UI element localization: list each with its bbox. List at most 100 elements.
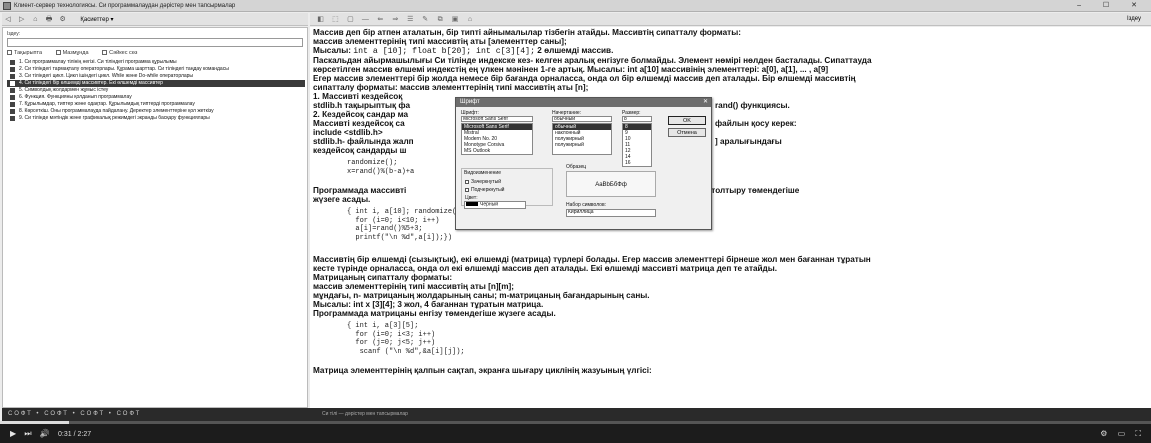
color-select[interactable]: Черный <box>464 201 526 209</box>
checkbox-icon <box>102 50 108 56</box>
text-span: Паскальдан айырмашылығы Си тілінде индек… <box>313 56 872 65</box>
home2-icon[interactable]: ⌂ <box>464 13 477 26</box>
font-input[interactable]: Microsoft Sans Serif <box>461 116 533 122</box>
topic-item[interactable]: 9. Си тілінде мәтіндік және графикалық р… <box>7 115 305 122</box>
page-icon <box>10 95 15 100</box>
window-controls[interactable]: ‒ ☐ ✕ <box>1077 0 1147 12</box>
list-icon[interactable]: ☰ <box>404 13 417 26</box>
inline-code: int a [10]; float b[20]; int c[3][4]; <box>353 47 536 56</box>
check-word[interactable]: Сәйкес сөз <box>102 50 137 56</box>
charset-select[interactable]: Кириллица <box>566 209 656 217</box>
text-line: include <stdlib.h> <box>313 128 1148 137</box>
toolbar-icon-1[interactable]: ◧ <box>314 13 327 26</box>
cancel-button[interactable]: Отмена <box>668 128 706 137</box>
text-line: 1. Массивті кездейсоқ <box>313 92 1148 101</box>
topic-label: 4. Си тіліндегі бір өлшемді массивтер. Е… <box>19 80 163 86</box>
topic-item[interactable]: 8. Көрсеткіш. Оны программалауда пайдала… <box>7 108 305 115</box>
underline-checkbox[interactable]: Подчеркнутый <box>465 187 504 193</box>
text-line: stdlib.h тақырыптық фа rand() функциясы. <box>313 101 1148 110</box>
dialog-title-text: Шрифт <box>460 99 480 105</box>
toolbar-icon-4[interactable]: — <box>359 13 372 26</box>
content-pane: Массив деп бір атпен аталатын, бір типті… <box>310 27 1151 408</box>
arrow-right-icon[interactable]: ⇒ <box>389 13 402 26</box>
sample-label: Образец <box>566 164 587 170</box>
topic-item[interactable]: 4. Си тіліндегі бір өлшемді массивтер. Е… <box>7 80 305 87</box>
forward-icon[interactable]: ▷ <box>16 13 28 26</box>
text-line: Матрицаның сипатталу форматы: <box>313 273 453 282</box>
player-left-controls: ▶ ⏭ 🔊 0:31 / 2:27 <box>10 429 97 439</box>
style-list[interactable]: обычный наклонный полужирный полужирный <box>552 123 612 155</box>
topic-item[interactable]: 5. Символдық жолдармен жұмыс істеу <box>7 87 305 94</box>
topic-item[interactable]: 2. Си тіліндегі тармақталу операторлары.… <box>7 66 305 73</box>
text-span: көрсетілген массив өлшемі индекстің ең ү… <box>313 65 829 74</box>
check-title[interactable]: Тақырыпта <box>7 50 42 56</box>
text-span: кездейсоқ сандарды ш <box>313 146 407 155</box>
strike-checkbox[interactable]: Зачеркнутый <box>465 179 501 185</box>
topics-pane: Іздеу: Тақырыпта Мазмұнда Сәйкес сөз 1. … <box>2 27 308 408</box>
font-list[interactable]: Microsoft Sans Serif Mistral Modern No. 20… <box>461 123 533 155</box>
text-span: 1. Массивті кездейсоқ <box>313 92 403 101</box>
style-input[interactable]: обычный <box>552 116 612 122</box>
edit-icon[interactable]: ✎ <box>419 13 432 26</box>
play-icon[interactable]: ▶ <box>10 429 16 438</box>
search-toolbar-label[interactable]: Іздеу <box>1127 13 1141 26</box>
list-option[interactable]: полужирный <box>553 142 611 148</box>
check-content[interactable]: Мазмұнда <box>55 50 89 56</box>
topic-label: 7. Құрылымдар, типтер және одақтар. Құры… <box>19 101 195 107</box>
search-options: Тақырыпта Мазмұнда Сәйкес сөз <box>7 50 149 56</box>
print-icon[interactable]: 🖶 <box>43 13 55 26</box>
volume-icon[interactable]: 🔊 <box>40 429 50 438</box>
text-span: Массивті кездейсоқ са <box>313 119 405 128</box>
settings-icon[interactable]: ⚙ <box>57 13 69 26</box>
progress-bar[interactable] <box>0 421 1151 424</box>
topic-label: 3. Си тіліндегі цикл. Цикл ішіндегі цикл… <box>19 73 194 79</box>
strike-label: Зачеркнутый <box>471 179 501 185</box>
size-list[interactable]: 8 9 10 11 12 14 16 <box>622 123 652 167</box>
topics-list: 1. Си программалау тілінің негізі. Си ті… <box>7 59 305 122</box>
color-swatch <box>466 202 478 206</box>
strip-subtext: Си тілі — дәрістер мен тапсырмалар <box>322 411 408 417</box>
theater-icon[interactable]: ▭ <box>1118 429 1126 438</box>
topic-item[interactable]: 3. Си тіліндегі цикл. Цикл ішіндегі цикл… <box>7 73 305 80</box>
page-icon <box>10 109 15 114</box>
topic-item[interactable]: 1. Си программалау тілінің негізі. Си ті… <box>7 59 305 66</box>
strip-text: СОФТ • СОФТ • СОФТ • СОФТ <box>8 411 142 417</box>
topic-item[interactable]: 7. Құрылымдар, типтер және одақтар. Құры… <box>7 101 305 108</box>
text-line: массив элементтерінің типі массивтің аты… <box>313 282 515 291</box>
copy-icon[interactable]: ⧉ <box>434 13 447 26</box>
toolbar-icon-3[interactable]: ▢ <box>344 13 357 26</box>
text-span: Мысалы: <box>313 46 354 55</box>
text-line: stdlib.h- файлында жалп] аралығындағы <box>313 137 1148 146</box>
options-dropdown[interactable]: Қасиеттер ▾ <box>80 17 113 23</box>
code-block-matrix: { int i, a[3][5]; for (i=0; i<3; i++) fo… <box>347 322 465 356</box>
search-label: Іздеу: <box>7 31 21 37</box>
next-icon[interactable]: ⏭ <box>24 429 31 438</box>
search-input[interactable] <box>7 38 303 47</box>
frame-icon[interactable]: ▣ <box>449 13 462 26</box>
topic-label: 5. Символдық жолдармен жұмыс істеу <box>19 87 109 93</box>
code-block-random: randomize(); x=rand()%(b-a)+a <box>347 159 415 176</box>
page-icon <box>10 81 15 86</box>
check-word-label: Сәйкес сөз <box>109 50 138 56</box>
size-input[interactable]: 8 <box>622 116 652 122</box>
left-toolbar: ◁ ▷ ⌂ 🖶 ⚙ Қасиеттер ▾ <box>2 13 308 26</box>
ok-button[interactable]: OK <box>668 116 706 125</box>
text-line: жүзеге асады. <box>313 195 371 204</box>
settings-icon[interactable]: ⚙ <box>1100 429 1107 438</box>
fullscreen-icon[interactable]: ⛶ <box>1135 429 1141 438</box>
text-span: Егер массив элементтері бір жолда немесе… <box>313 74 856 83</box>
text-span: stdlib.h тақырыптық фа <box>313 101 411 110</box>
arrow-left-icon[interactable]: ⇐ <box>374 13 387 26</box>
checkbox-icon <box>7 50 12 56</box>
back-icon[interactable]: ◁ <box>2 13 14 26</box>
topic-item[interactable]: 6. Функция. Функцияны қолданып программа… <box>7 94 305 101</box>
list-option[interactable]: MS Outlook <box>462 148 532 154</box>
toolbar-icon-2[interactable]: ⬚ <box>329 13 342 26</box>
home-icon[interactable]: ⌂ <box>29 13 41 26</box>
font-dialog-title: Шрифт ✕ <box>456 98 711 107</box>
list-option[interactable]: 16 <box>623 160 651 166</box>
page-icon <box>10 60 15 65</box>
checkbox-icon <box>465 179 469 184</box>
close-icon[interactable]: ✕ <box>703 98 708 107</box>
